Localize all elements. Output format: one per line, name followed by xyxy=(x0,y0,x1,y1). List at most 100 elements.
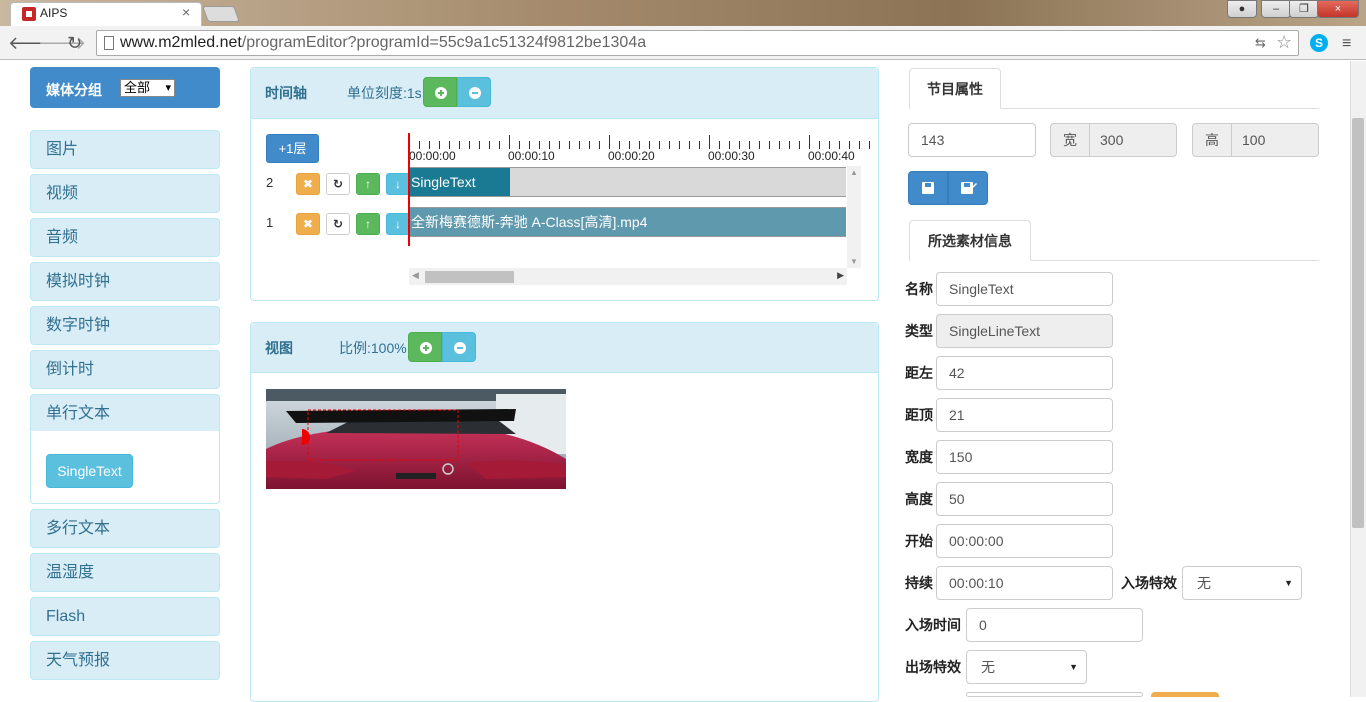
next-action-button[interactable] xyxy=(1151,692,1219,697)
minimize-button[interactable]: – xyxy=(1261,0,1291,18)
save-icon xyxy=(922,182,934,194)
url-text[interactable]: www.m2mled.net/programEditor?programId=5… xyxy=(120,34,646,52)
layer-number: 1 xyxy=(266,215,274,230)
program-width-addon: 宽 xyxy=(1050,123,1090,157)
save-as-button[interactable] xyxy=(948,171,988,205)
category-weather[interactable]: 天气预报 xyxy=(30,641,220,680)
ruler-tick xyxy=(759,141,760,149)
browser-tab[interactable] xyxy=(10,2,202,26)
translate-icon[interactable]: ⇆ xyxy=(1255,35,1266,51)
program-height-field[interactable]: 100 xyxy=(1232,123,1319,157)
program-id-field[interactable]: 143 xyxy=(908,123,1036,157)
minus-circle-icon xyxy=(469,87,481,99)
category-analog-clock[interactable]: 模拟时钟 xyxy=(30,262,220,301)
media-group-title: 媒体分组 xyxy=(46,82,102,98)
save-button[interactable] xyxy=(908,171,948,205)
ruler-tick-label: 00:00:30 xyxy=(708,149,755,163)
layer-refresh-button[interactable]: ↻ xyxy=(326,173,350,195)
site-favicon-icon xyxy=(22,7,36,21)
duration-field[interactable]: 00:00:10 xyxy=(936,566,1113,600)
layer-move-up-button[interactable]: ↑ xyxy=(356,213,380,235)
view-zoom-out-button[interactable] xyxy=(442,332,476,362)
category-video[interactable]: 视频 xyxy=(30,174,220,213)
category-audio[interactable]: 音频 xyxy=(30,218,220,257)
layer-number: 2 xyxy=(266,175,274,190)
tab-close-icon[interactable]: × xyxy=(182,4,190,20)
timeline-vertical-scrollbar[interactable]: ▲ ▼ xyxy=(847,166,861,268)
ruler-tick xyxy=(749,141,750,149)
timeline-scrollbar-thumb[interactable] xyxy=(425,271,514,283)
window-close-button[interactable]: × xyxy=(1317,0,1359,18)
layer-refresh-button[interactable]: ↻ xyxy=(326,213,350,235)
program-width-field[interactable]: 300 xyxy=(1090,123,1177,157)
left-offset-field[interactable]: 42 xyxy=(936,356,1113,390)
material-name-field[interactable]: SingleText xyxy=(936,272,1113,306)
ruler-tick xyxy=(819,141,820,149)
category-single-line-text[interactable]: 单行文本 xyxy=(30,394,220,433)
category-image[interactable]: 图片 xyxy=(30,130,220,169)
user-icon[interactable]: ● xyxy=(1227,0,1257,18)
new-tab-button[interactable] xyxy=(202,6,240,22)
timeline-clip[interactable]: 全新梅赛德斯-奔驰 A-Class[高清].mp4 xyxy=(409,208,846,236)
plus-circle-icon xyxy=(435,87,447,99)
maximize-button[interactable]: ❐ xyxy=(1289,0,1319,18)
top-offset-label: 距顶 xyxy=(905,407,933,423)
exit-effect-select[interactable]: 无 xyxy=(966,650,1087,684)
next-field[interactable] xyxy=(966,692,1143,697)
ruler-tick-label: 00:00:40 xyxy=(808,149,855,163)
category-multi-line-text[interactable]: 多行文本 xyxy=(30,509,220,548)
view-title: 视图 xyxy=(265,340,293,356)
view-panel xyxy=(250,322,879,702)
layer-delete-button[interactable]: ✖ xyxy=(296,173,320,195)
ruler-tick xyxy=(469,141,470,149)
exit-effect-label: 出场特效 xyxy=(905,659,961,675)
timeline-zoom-in-button[interactable] xyxy=(423,77,457,107)
browser-menu-icon[interactable]: ≡ xyxy=(1342,35,1351,53)
view-scale-label: 比例:100% xyxy=(339,340,407,356)
category-flash[interactable]: Flash xyxy=(30,597,220,636)
timeline-clip[interactable]: SingleText xyxy=(409,168,510,196)
category-digital-clock[interactable]: 数字时钟 xyxy=(30,306,220,345)
height-label: 高度 xyxy=(905,491,933,507)
bookmark-star-icon[interactable]: ☆ xyxy=(1276,32,1292,53)
reload-icon[interactable]: ↻ xyxy=(67,33,82,54)
ruler-tick xyxy=(579,141,580,149)
ruler-tick xyxy=(509,135,510,149)
material-singletext-button[interactable]: SingleText xyxy=(46,454,133,488)
timeline-playhead[interactable] xyxy=(408,133,410,246)
enter-time-field[interactable]: 0 xyxy=(966,608,1143,642)
height-field[interactable]: 50 xyxy=(936,482,1113,516)
timeline-zoom-out-button[interactable] xyxy=(457,77,491,107)
enter-time-label: 入场时间 xyxy=(905,617,961,633)
width-field[interactable]: 150 xyxy=(936,440,1113,474)
layer-move-down-button[interactable]: ↓ xyxy=(386,213,410,235)
material-type-field: SingleLineText xyxy=(936,314,1113,348)
tab-selected-material-info[interactable]: 所选素材信息 xyxy=(909,220,1031,261)
category-countdown[interactable]: 倒计时 xyxy=(30,350,220,389)
page-scrollbar-thumb[interactable] xyxy=(1352,118,1364,528)
ruler-tick xyxy=(789,141,790,149)
tab-program-properties[interactable]: 节目属性 xyxy=(909,68,1001,109)
program-preview-canvas[interactable] xyxy=(266,389,566,489)
skype-extension-icon[interactable]: S xyxy=(1310,34,1328,52)
program-height-addon: 高 xyxy=(1192,123,1232,157)
start-time-field[interactable]: 00:00:00 xyxy=(936,524,1113,558)
media-group-select[interactable]: 全部 xyxy=(120,79,175,97)
name-label: 名称 xyxy=(905,281,933,297)
add-layer-button[interactable]: +1层 xyxy=(266,134,319,163)
ruler-tick xyxy=(739,141,740,149)
category-temp-humidity[interactable]: 温湿度 xyxy=(30,553,220,592)
layer-delete-button[interactable]: ✖ xyxy=(296,213,320,235)
ruler-tick xyxy=(769,141,770,149)
top-offset-field[interactable]: 21 xyxy=(936,398,1113,432)
ruler-tick-label: 00:00:20 xyxy=(608,149,655,163)
view-zoom-in-button[interactable] xyxy=(408,332,442,362)
ruler-tick xyxy=(459,141,460,149)
layer-move-down-button[interactable]: ↓ xyxy=(386,173,410,195)
ruler-tick xyxy=(429,141,430,149)
layer-move-up-button[interactable]: ↑ xyxy=(356,173,380,195)
ruler-tick xyxy=(619,141,620,149)
enter-effect-select[interactable]: 无 xyxy=(1182,566,1302,600)
ruler-tick xyxy=(699,141,700,149)
ruler-tick xyxy=(599,141,600,149)
